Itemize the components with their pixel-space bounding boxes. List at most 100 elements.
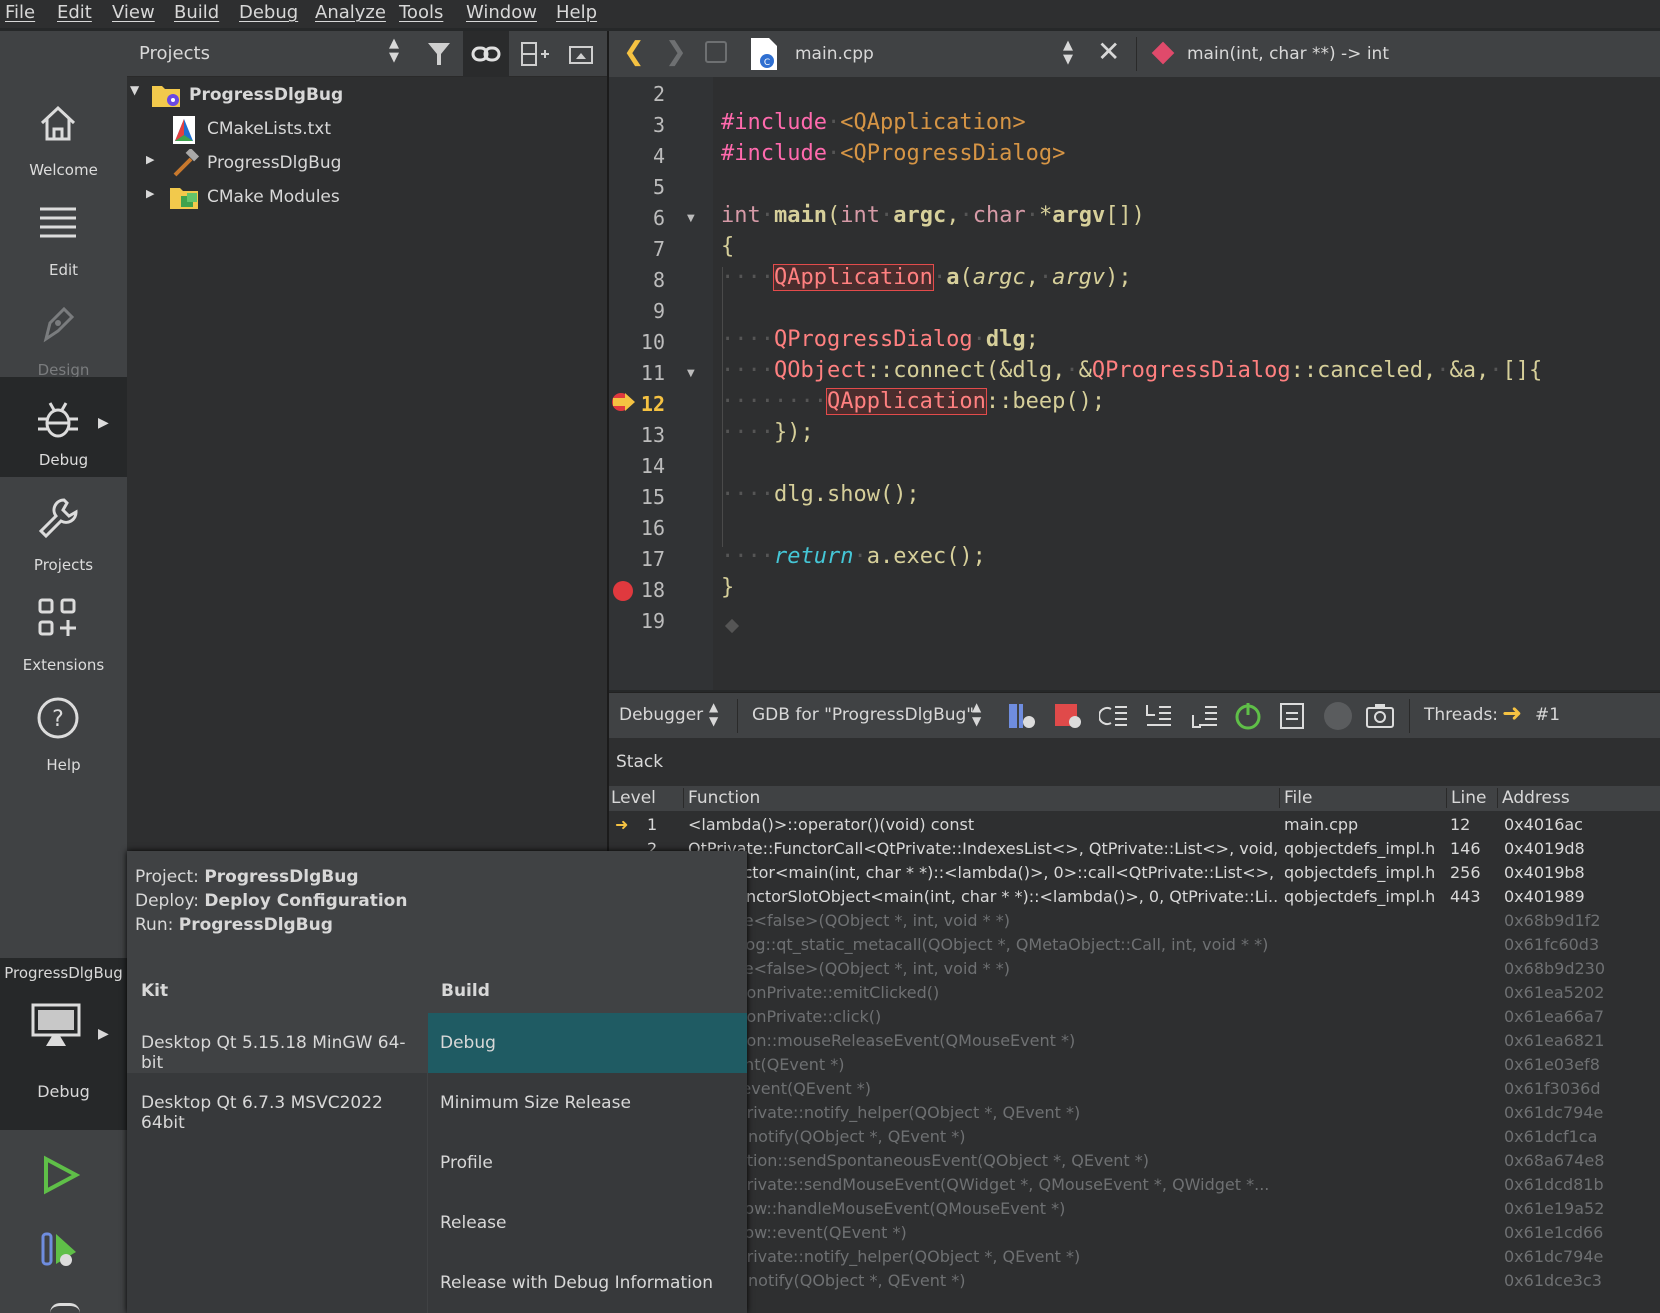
stack-row[interactable]: Activate<false>(QObject *, int, void * *… (609, 959, 1660, 983)
restart-icon[interactable] (1233, 701, 1263, 731)
run-button[interactable] (40, 1155, 84, 1199)
start-debugging-button[interactable] (40, 1230, 84, 1274)
mode-extensions[interactable]: Extensions (0, 582, 127, 682)
stack-row[interactable]: etWindow::handleMouseEvent(QMouseEvent *… (609, 1199, 1660, 1223)
tree-item-target[interactable]: ▶ ProgressDlgBug (127, 149, 607, 179)
menu-file[interactable]: File (5, 2, 35, 23)
stop-debugger-icon[interactable] (1053, 701, 1083, 731)
thread-select[interactable]: #1 (1535, 705, 1560, 725)
debugger-toolbar: Debugger ▲ ▼ GDB for "ProgressDlgBug" ▲ ▼ … (609, 692, 1660, 738)
build-item[interactable]: Minimum Size Release (428, 1073, 747, 1133)
stack-cell-line: 146 (1450, 839, 1481, 858)
build-item[interactable]: Release (428, 1193, 747, 1253)
updown-icon[interactable]: ▲ ▼ (709, 700, 718, 728)
menu-build[interactable]: Build (174, 2, 219, 23)
fold-arrow-icon[interactable]: ▼ (687, 213, 695, 224)
column-level[interactable]: Level (611, 788, 656, 808)
line-number: 9 (652, 299, 665, 323)
stack-cell-address: 0x61dc794e (1504, 1103, 1604, 1122)
tree-item-cmakelists[interactable]: CMakeLists.txt (127, 115, 607, 145)
mode-debug[interactable]: ▶ Debug (0, 377, 127, 477)
stack-row[interactable]: ➜ 1 <lambda()>::operator()(void) const main… (609, 815, 1660, 839)
tree-root-project[interactable]: ▼ ProgressDlgBug (127, 81, 607, 111)
stack-row[interactable]: essDialog::qt_static_metacall(QObject *,… (609, 935, 1660, 959)
stack-cell-address: 0x61e1cd66 (1504, 1223, 1604, 1242)
close-pane-icon[interactable] (567, 41, 595, 69)
menu-tools[interactable]: Tools (399, 2, 443, 23)
projects-view-selector[interactable]: Projects (139, 43, 210, 64)
kit-item[interactable]: Desktop Qt 6.7.3 MSVC2022 64bit (127, 1073, 427, 1133)
stack-row[interactable]: et::event(QEvent *) 0x61e03ef8 (609, 1055, 1660, 1079)
step-into-icon[interactable] (1143, 701, 1173, 731)
column-line[interactable]: Line (1446, 788, 1486, 808)
record-icon[interactable] (1324, 702, 1352, 730)
mode-help[interactable]: ? Help (0, 682, 127, 782)
stack-row[interactable]: 2 QtPrivate::FunctorCall<QtPrivate::Index… (609, 839, 1660, 863)
stack-row[interactable]: actButton::mouseReleaseEvent(QMouseEvent… (609, 1031, 1660, 1055)
build-icon[interactable] (50, 1303, 80, 1313)
build-item-selected[interactable]: Debug (428, 1013, 747, 1073)
stack-row[interactable]: actButtonPrivate::emitClicked() 0x61ea520… (609, 983, 1660, 1007)
updown-icon[interactable]: ▲ ▼ (389, 37, 399, 65)
stack-row[interactable]: Activate<false>(QObject *, int, void * *… (609, 911, 1660, 935)
separator (1136, 37, 1137, 71)
open-document-name[interactable]: main.cpp (795, 44, 874, 64)
split-icon[interactable] (519, 39, 549, 69)
mode-design[interactable]: Design (0, 287, 127, 387)
close-document-button[interactable]: ✕ (1097, 35, 1120, 68)
modules-folder-icon (170, 188, 198, 209)
menu-edit[interactable]: Edit (57, 2, 92, 23)
code-line: ····}); (721, 420, 814, 445)
updown-icon[interactable]: ▲ ▼ (1063, 39, 1073, 67)
stack-row[interactable]: actButtonPrivate::click() 0x61ea66a7 (609, 1007, 1660, 1031)
line-number-gutter[interactable]: 2 3 4 5 6 ▼ 7 8 9 10 11 ▼ 12 13 14 15 16… (609, 77, 713, 690)
kit-item[interactable]: Desktop Qt 5.15.18 MinGW 64-bit (127, 1013, 427, 1073)
tree-item-cmake-modules[interactable]: ▶ CMake Modules (127, 183, 607, 213)
column-address[interactable]: Address (1497, 788, 1570, 808)
code-editor[interactable]: #include·<QApplication> #include·<QProgr… (713, 77, 1660, 690)
stack-cell-address: 0x4019b8 (1504, 863, 1585, 882)
deploy-label: Deploy: (135, 891, 200, 911)
build-item[interactable]: Release with Debug Information (428, 1253, 747, 1313)
menu-window[interactable]: Window (466, 2, 537, 23)
menu-analyze[interactable]: Analyze (315, 2, 386, 23)
forward-arrow-icon[interactable]: ❯ (665, 37, 687, 67)
step-over-icon[interactable] (1099, 701, 1129, 731)
kit-selector[interactable]: ProgressDlgBug ▶ Debug (0, 958, 127, 1130)
link-with-editor-button[interactable] (463, 31, 509, 77)
stack-row[interactable]: Application::sendSpontaneousEvent(QObjec… (609, 1151, 1660, 1175)
column-function[interactable]: Function (683, 788, 760, 808)
menu-view[interactable]: View (112, 2, 155, 23)
debugger-perspective-select[interactable]: Debugger (619, 705, 703, 725)
continue-icon[interactable] (1007, 701, 1037, 731)
menu-help[interactable]: Help (556, 2, 597, 23)
lock-icon[interactable] (705, 41, 727, 63)
mode-edit[interactable]: Edit (0, 187, 127, 287)
stack-row[interactable]: cation::notify(QObject *, QEvent *) 0x61d… (609, 1271, 1660, 1295)
screenshot-icon[interactable] (1365, 701, 1395, 731)
stack-row[interactable]: te::Functor<main(int, char * *)::<lambda… (609, 863, 1660, 887)
stack-row[interactable]: utton::event(QEvent *) 0x61f3036d (609, 1079, 1660, 1103)
back-arrow-icon[interactable]: ❮ (623, 37, 645, 67)
build-item[interactable]: Profile (428, 1133, 747, 1193)
stack-row[interactable]: cationPrivate::notify_helper(QObject *, … (609, 1103, 1660, 1127)
menu-debug[interactable]: Debug (239, 2, 298, 23)
stack-row[interactable]: cationPrivate::notify_helper(QObject *, … (609, 1247, 1660, 1271)
engine-select[interactable]: GDB for "ProgressDlgBug" (752, 705, 974, 725)
stack-row[interactable]: etWindow::event(QEvent *) 0x61e1cd66 (609, 1223, 1660, 1247)
stack-row[interactable]: cationPrivate::sendMouseEvent(QWidget *,… (609, 1175, 1660, 1199)
symbol-selector[interactable]: main(int, char **) -> int (1187, 44, 1389, 64)
stack-cell-address: 0x68a674e8 (1504, 1151, 1605, 1170)
updown-icon[interactable]: ▲ ▼ (972, 700, 981, 728)
stack-row[interactable]: te::QFunctorSlotObject<main(int, char * … (609, 887, 1660, 911)
step-out-icon[interactable] (1189, 701, 1219, 731)
popup-deploy-line: Deploy: Deploy Configuration (135, 891, 407, 911)
mode-label: Edit (48, 261, 79, 279)
operate-by-instruction-icon[interactable] (1277, 701, 1307, 731)
stack-row[interactable]: cation::notify(QObject *, QEvent *) 0x61d… (609, 1127, 1660, 1151)
mode-welcome[interactable]: Welcome (0, 87, 127, 187)
fold-arrow-icon[interactable]: ▼ (687, 368, 695, 379)
mode-projects[interactable]: Projects (0, 482, 127, 582)
filter-icon[interactable] (425, 39, 455, 69)
column-file[interactable]: File (1279, 788, 1312, 808)
